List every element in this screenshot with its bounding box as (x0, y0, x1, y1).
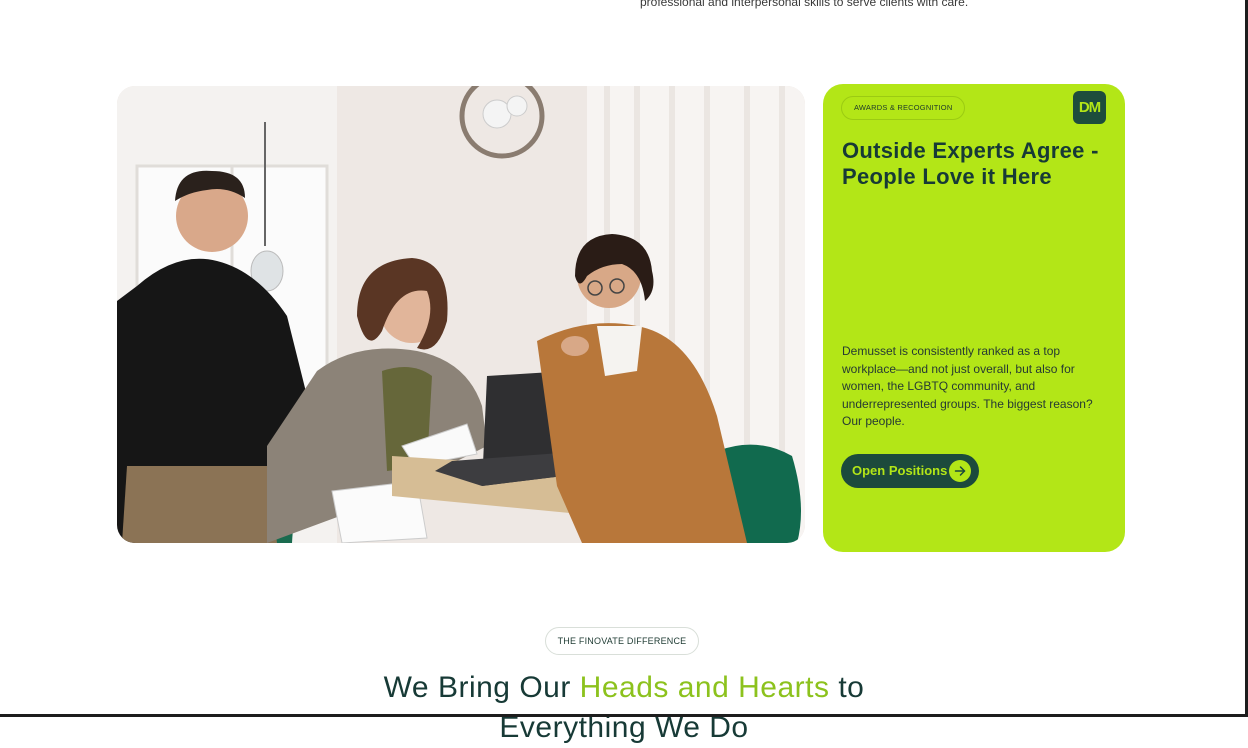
awards-card-title: Outside Experts Agree - People Love it H… (842, 138, 1099, 189)
open-positions-button[interactable]: Open Positions (841, 454, 979, 488)
arrow-right-icon (949, 460, 971, 482)
team-meeting-photo (117, 86, 805, 543)
awards-badge: AWARDS & RECOGNITION (841, 96, 966, 120)
section-title-start: We Bring Our (383, 671, 580, 704)
open-positions-label: Open Positions (852, 463, 948, 478)
company-logo[interactable]: DM (1073, 91, 1106, 124)
section-title-highlight: Heads and Hearts (579, 671, 830, 704)
section-title-end: to (829, 671, 865, 704)
section-title: We Bring Our Heads and Hearts to Everyth… (0, 668, 1248, 748)
awards-card: AWARDS & RECOGNITION DM Outside Experts … (823, 84, 1125, 552)
intro-tail-text: professional and interpersonal skills to… (640, 0, 969, 9)
section-badge: THE FINOVATE DIFFERENCE (545, 627, 699, 655)
awards-card-description: Demusset is consistently ranked as a top… (842, 344, 1093, 428)
